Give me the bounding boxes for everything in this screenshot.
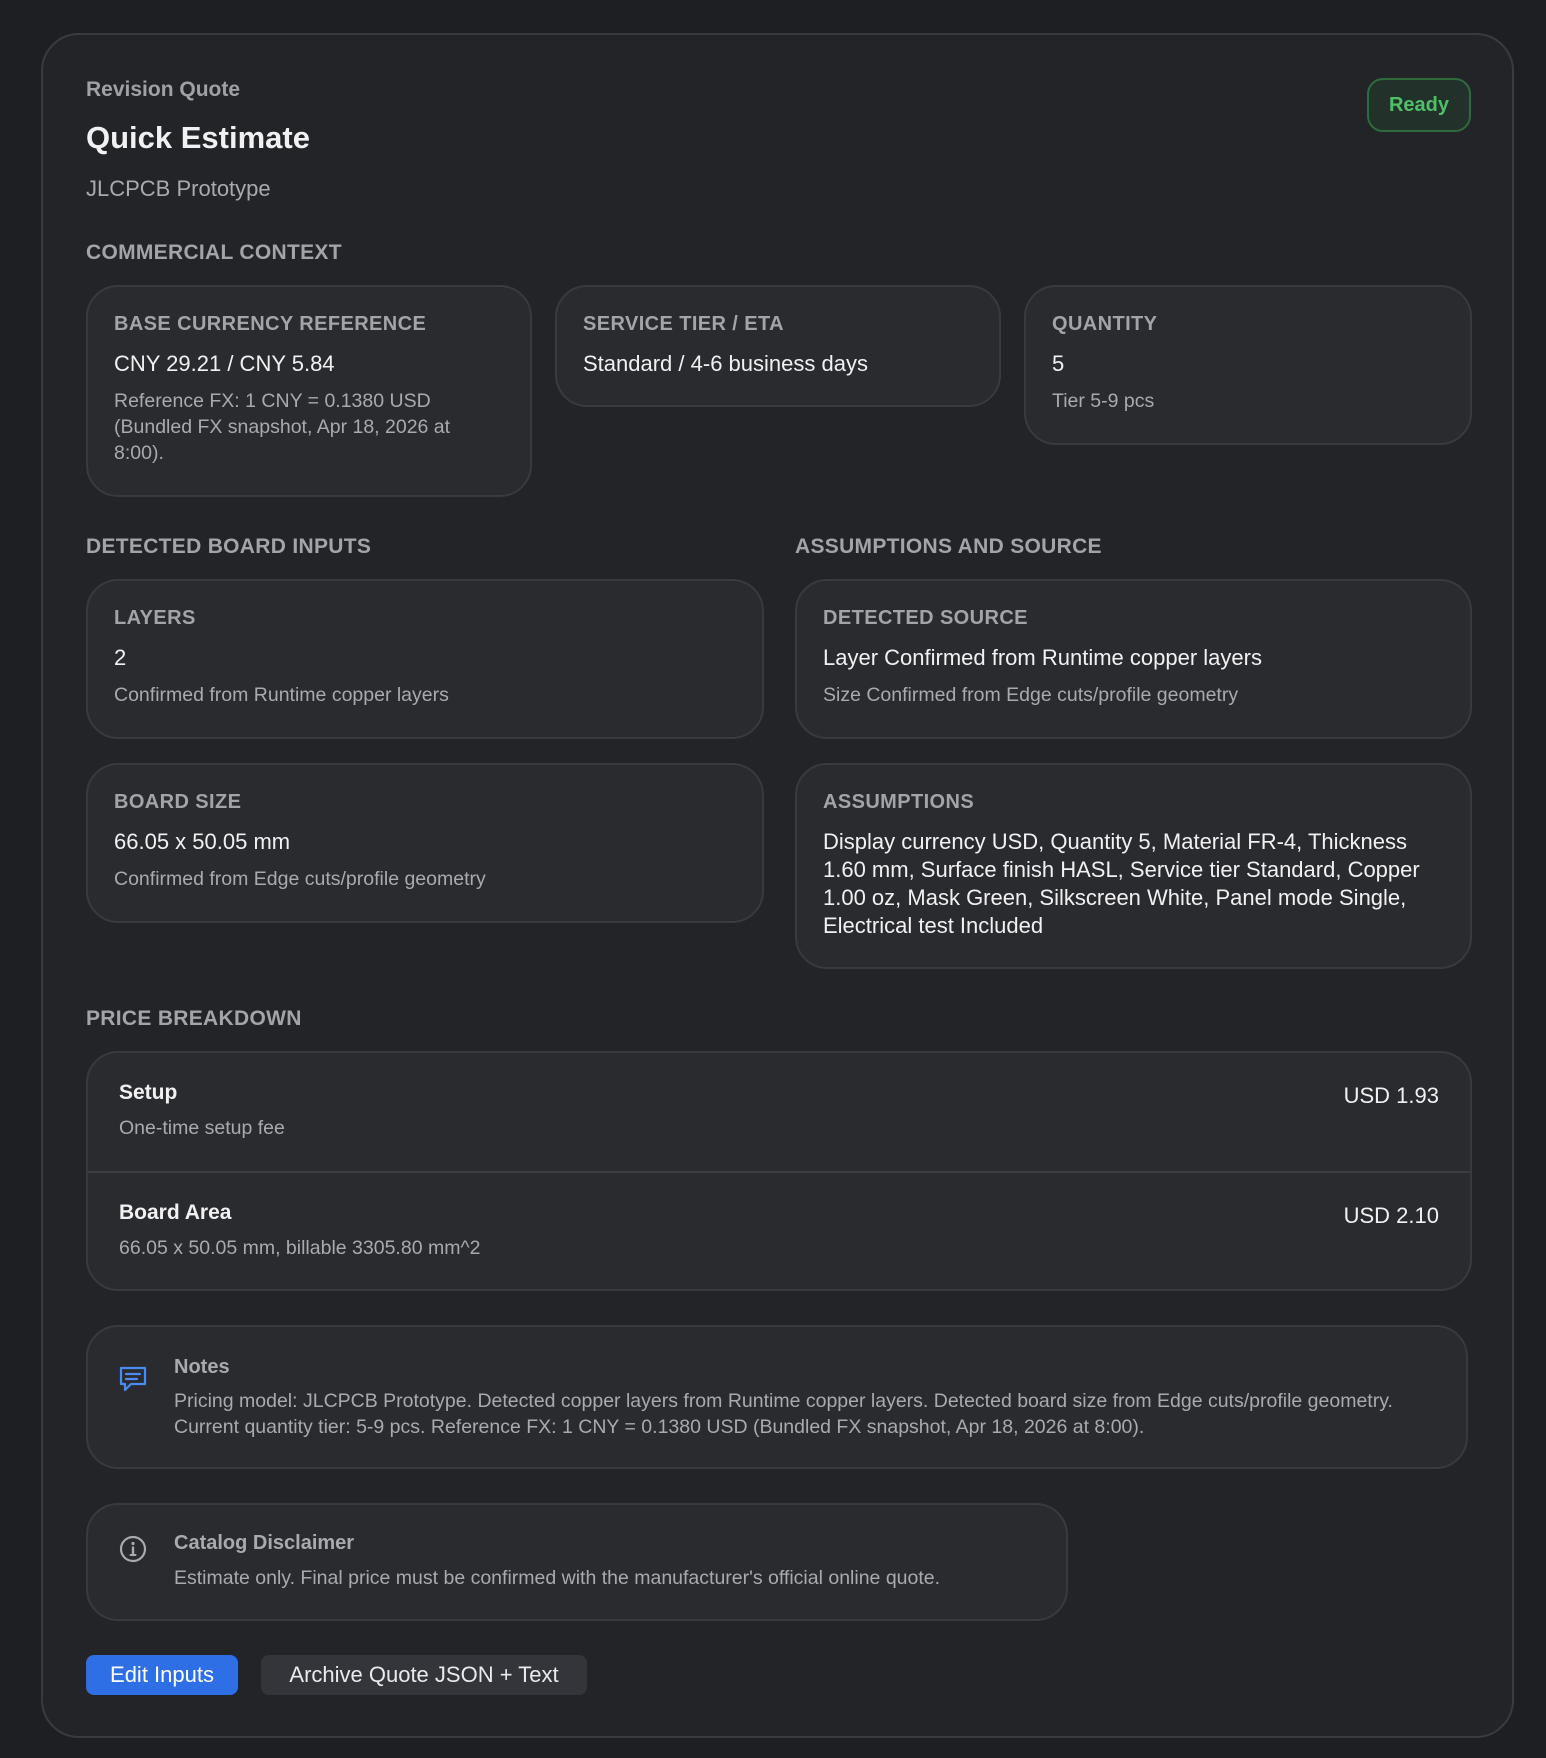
- pricing-model-subtitle: JLCPCB Prototype: [86, 176, 271, 201]
- notes-title: Notes: [174, 1356, 230, 1378]
- quantity-tier: Tier 5-9 pcs: [1052, 390, 1155, 412]
- table-row: Board Area 66.05 x 50.05 mm, billable 33…: [88, 1171, 1470, 1289]
- assumptions-label: ASSUMPTIONS: [823, 791, 975, 813]
- section-title-price-breakdown: PRICE BREAKDOWN: [86, 1007, 302, 1030]
- base-currency-label: BASE CURRENCY REFERENCE: [114, 313, 427, 335]
- price-breakdown-table: Setup One-time setup fee USD 1.93 Board …: [86, 1051, 1472, 1291]
- status-badge: Ready: [1367, 78, 1471, 132]
- service-tier-label: SERVICE TIER / ETA: [583, 313, 784, 335]
- layers-source: Confirmed from Runtime copper layers: [114, 684, 449, 706]
- detected-source-value: Layer Confirmed from Runtime copper laye…: [823, 645, 1262, 670]
- assumptions-card: ASSUMPTIONS Display currency USD, Quanti…: [795, 763, 1472, 969]
- line-item-description: 66.05 x 50.05 mm, billable 3305.80 mm^2: [119, 1237, 481, 1259]
- archive-quote-button[interactable]: Archive Quote JSON + Text: [261, 1655, 587, 1695]
- disclaimer-text: Estimate only. Final price must be confi…: [174, 1567, 941, 1589]
- notes-card: Notes Pricing model: JLCPCB Prototype. D…: [86, 1325, 1468, 1469]
- service-tier-card: SERVICE TIER / ETA Standard / 4-6 busine…: [555, 285, 1001, 407]
- detected-source-label: DETECTED SOURCE: [823, 607, 1028, 629]
- table-row: Setup One-time setup fee USD 1.93: [88, 1053, 1470, 1171]
- quote-eyebrow: Revision Quote: [86, 78, 241, 101]
- quantity-label: QUANTITY: [1052, 313, 1158, 335]
- board-size-source: Confirmed from Edge cuts/profile geometr…: [114, 868, 486, 890]
- notes-text: Pricing model: JLCPCB Prototype. Detecte…: [174, 1390, 1393, 1438]
- base-currency-value: CNY 29.21 / CNY 5.84: [114, 351, 335, 376]
- page-title: Quick Estimate: [86, 120, 310, 155]
- detected-source-size: Size Confirmed from Edge cuts/profile ge…: [823, 684, 1239, 706]
- quantity-value: 5: [1052, 351, 1065, 376]
- disclaimer-title: Catalog Disclaimer: [174, 1532, 355, 1554]
- board-size-card: BOARD SIZE 66.05 x 50.05 mm Confirmed fr…: [86, 763, 764, 923]
- line-item-amount: USD 1.93: [1343, 1083, 1439, 1108]
- base-currency-card: BASE CURRENCY REFERENCE CNY 29.21 / CNY …: [86, 285, 532, 497]
- assumptions-value: Display currency USD, Quantity 5, Materi…: [823, 829, 1420, 938]
- board-size-label: BOARD SIZE: [114, 791, 242, 813]
- section-title-board-inputs: DETECTED BOARD INPUTS: [86, 535, 372, 558]
- line-item-name: Board Area: [119, 1201, 232, 1224]
- detected-source-card: DETECTED SOURCE Layer Confirmed from Run…: [795, 579, 1472, 739]
- layers-value: 2: [114, 645, 127, 670]
- section-title-commercial: COMMERCIAL CONTEXT: [86, 241, 342, 264]
- edit-inputs-button[interactable]: Edit Inputs: [86, 1655, 238, 1695]
- line-item-name: Setup: [119, 1081, 178, 1104]
- board-size-value: 66.05 x 50.05 mm: [114, 829, 291, 854]
- layers-label: LAYERS: [114, 607, 196, 629]
- line-item-description: One-time setup fee: [119, 1117, 285, 1139]
- section-title-assumptions: ASSUMPTIONS AND SOURCE: [795, 535, 1102, 558]
- chat-lines-icon: [119, 1366, 147, 1392]
- base-currency-fx-note: Reference FX: 1 CNY = 0.1380 USD (Bundle…: [114, 390, 451, 464]
- service-tier-value: Standard / 4-6 business days: [583, 351, 868, 376]
- quote-panel: Revision Quote Quick Estimate JLCPCB Pro…: [41, 33, 1514, 1738]
- line-item-amount: USD 2.10: [1343, 1203, 1439, 1228]
- info-circle-icon: [119, 1535, 147, 1563]
- layers-card: LAYERS 2 Confirmed from Runtime copper l…: [86, 579, 764, 739]
- quantity-card: QUANTITY 5 Tier 5-9 pcs: [1024, 285, 1472, 445]
- disclaimer-card: Catalog Disclaimer Estimate only. Final …: [86, 1503, 1068, 1621]
